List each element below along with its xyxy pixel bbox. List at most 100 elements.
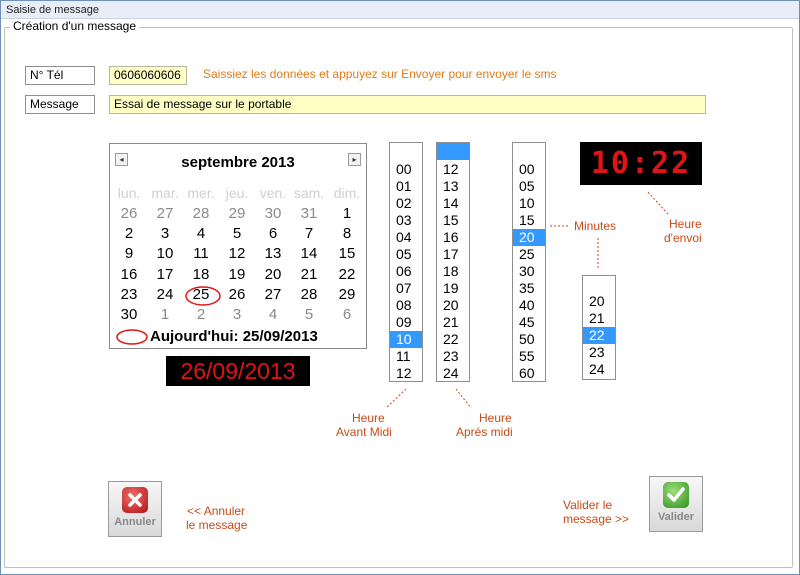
calendar-day[interactable]: 30 <box>255 205 291 222</box>
weekday-label: sam. <box>293 185 325 201</box>
list-item[interactable]: 15 <box>513 212 545 229</box>
minutes-list[interactable]: 00 05 10 15 20 25 30 35 40 45 50 55 60 <box>512 142 546 382</box>
list-item[interactable]: 60 <box>513 365 545 382</box>
calendar-day[interactable]: 3 <box>219 306 255 323</box>
list-item[interactable]: 20 <box>437 297 469 314</box>
calendar-day[interactable]: 10 <box>147 245 183 262</box>
list-item[interactable]: 09 <box>390 314 422 331</box>
calendar-day[interactable]: 12 <box>219 245 255 262</box>
list-item[interactable]: 00 <box>390 161 422 178</box>
list-item[interactable]: 14 <box>437 195 469 212</box>
next-month-button[interactable]: ▸ <box>348 153 361 166</box>
calendar-day[interactable]: 23 <box>111 286 147 303</box>
phone-field[interactable]: 0606060606 <box>109 66 187 85</box>
calendar-day[interactable]: 6 <box>329 306 365 323</box>
calendar-day[interactable]: 29 <box>329 286 365 303</box>
calendar-day[interactable]: 28 <box>183 205 219 222</box>
calendar-day[interactable]: 21 <box>291 266 327 283</box>
message-field[interactable]: Essai de message sur le portable <box>109 95 706 114</box>
calendar-day[interactable]: 29 <box>219 205 255 222</box>
list-item[interactable]: 03 <box>390 212 422 229</box>
list-item[interactable]: 04 <box>390 229 422 246</box>
list-item[interactable]: 08 <box>390 297 422 314</box>
list-item[interactable]: 07 <box>390 280 422 297</box>
list-item[interactable]: 30 <box>513 263 545 280</box>
list-item[interactable]: 22 <box>583 327 615 344</box>
calendar-day[interactable]: 16 <box>111 266 147 283</box>
hours-am-list[interactable]: 00 01 02 03 04 05 06 07 08 09 10 11 12 <box>389 142 423 382</box>
list-item[interactable]: 24 <box>583 361 615 378</box>
calendar-day[interactable]: 30 <box>111 306 147 323</box>
calendar-day[interactable]: 1 <box>329 205 365 222</box>
cancel-button[interactable]: Annuler <box>108 481 162 537</box>
list-item[interactable]: 05 <box>390 246 422 263</box>
calendar-day[interactable]: 27 <box>255 286 291 303</box>
list-item[interactable]: 11 <box>390 348 422 365</box>
calendar-day[interactable]: 2 <box>111 225 147 242</box>
list-item[interactable]: 12 <box>390 365 422 382</box>
calendar-day[interactable]: 11 <box>183 245 219 262</box>
calendar-day[interactable]: 28 <box>291 286 327 303</box>
calendar-day[interactable]: 4 <box>183 225 219 242</box>
list-item[interactable]: 50 <box>513 331 545 348</box>
list-item[interactable]: 10 <box>513 195 545 212</box>
calendar-day[interactable]: 13 <box>255 245 291 262</box>
today-label[interactable]: Aujourd'hui: 25/09/2013 <box>150 328 318 345</box>
calendar[interactable]: ◂ septembre 2013 ▸ lun. mar. mer. jeu. ven. s… <box>109 143 367 349</box>
calendar-day[interactable]: 5 <box>291 306 327 323</box>
list-item[interactable]: 06 <box>390 263 422 280</box>
list-item[interactable]: 20 <box>583 293 615 310</box>
list-item[interactable]: 55 <box>513 348 545 365</box>
calendar-day[interactable]: 3 <box>147 225 183 242</box>
calendar-day[interactable]: 8 <box>329 225 365 242</box>
calendar-day[interactable]: 18 <box>183 266 219 283</box>
list-item[interactable]: 16 <box>437 229 469 246</box>
list-item[interactable]: 40 <box>513 297 545 314</box>
list-item[interactable]: 18 <box>437 263 469 280</box>
calendar-day[interactable]: 5 <box>219 225 255 242</box>
list-item[interactable]: 10 <box>390 331 422 348</box>
calendar-day[interactable]: 31 <box>291 205 327 222</box>
calendar-day[interactable]: 20 <box>255 266 291 283</box>
list-item[interactable]: 05 <box>513 178 545 195</box>
list-item[interactable]: 01 <box>390 178 422 195</box>
calendar-day[interactable]: 24 <box>147 286 183 303</box>
calendar-day[interactable]: 26 <box>219 286 255 303</box>
calendar-day[interactable]: 14 <box>291 245 327 262</box>
send-time-annotation-line2: d'envoi <box>664 231 702 245</box>
list-item[interactable]: 19 <box>437 280 469 297</box>
calendar-day[interactable]: 19 <box>219 266 255 283</box>
hours-pm-list[interactable]: 12 13 14 15 16 17 18 19 20 21 22 23 24 <box>436 142 470 382</box>
list-item[interactable]: 23 <box>437 348 469 365</box>
calendar-day[interactable]: 4 <box>255 306 291 323</box>
list-item[interactable]: 17 <box>437 246 469 263</box>
list-item[interactable]: 02 <box>390 195 422 212</box>
list-item[interactable]: 25 <box>513 246 545 263</box>
list-item[interactable]: 21 <box>583 310 615 327</box>
list-item[interactable]: 21 <box>437 314 469 331</box>
calendar-day[interactable]: 1 <box>147 306 183 323</box>
list-item[interactable]: 23 <box>583 344 615 361</box>
calendar-day[interactable]: 26 <box>111 205 147 222</box>
calendar-day[interactable]: 9 <box>111 245 147 262</box>
minutes-fine-list[interactable]: 20 21 22 23 24 <box>582 275 616 380</box>
selected-date-display: 26/09/2013 <box>166 356 310 386</box>
calendar-day[interactable]: 15 <box>329 245 365 262</box>
list-item[interactable]: 45 <box>513 314 545 331</box>
list-item[interactable]: 15 <box>437 212 469 229</box>
calendar-day[interactable]: 2 <box>183 306 219 323</box>
list-item[interactable]: 20 <box>513 229 545 246</box>
list-item[interactable]: 13 <box>437 178 469 195</box>
cancel-button-label: Annuler <box>114 516 156 528</box>
list-item[interactable]: 12 <box>437 161 469 178</box>
calendar-day[interactable]: 22 <box>329 266 365 283</box>
list-item[interactable]: 22 <box>437 331 469 348</box>
list-item[interactable]: 24 <box>437 365 469 382</box>
calendar-day[interactable]: 17 <box>147 266 183 283</box>
calendar-day[interactable]: 7 <box>291 225 327 242</box>
list-item[interactable]: 00 <box>513 161 545 178</box>
list-item[interactable]: 35 <box>513 280 545 297</box>
validate-button[interactable]: Valider <box>649 476 703 532</box>
calendar-day[interactable]: 6 <box>255 225 291 242</box>
calendar-day[interactable]: 27 <box>147 205 183 222</box>
